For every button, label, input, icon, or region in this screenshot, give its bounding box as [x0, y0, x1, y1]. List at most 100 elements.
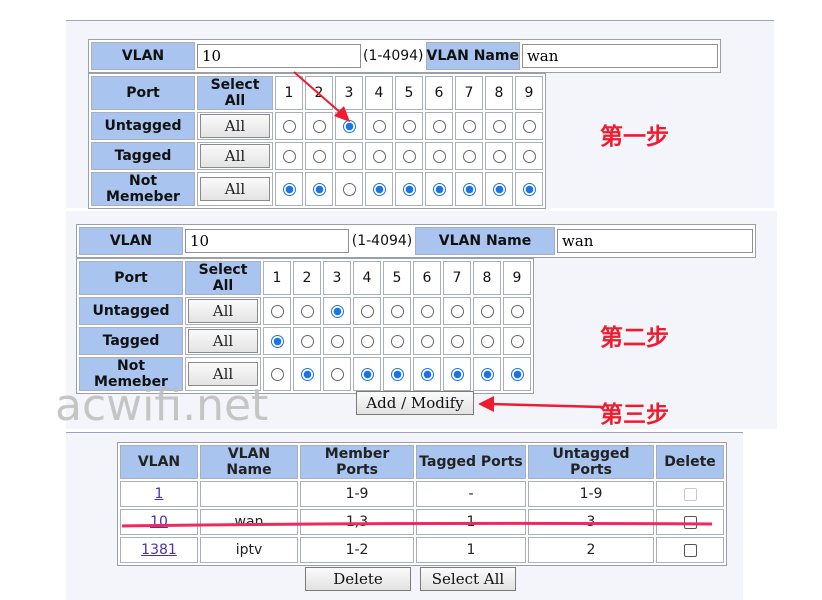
port-radio[interactable]	[282, 149, 296, 163]
vlan-id-input[interactable]	[185, 229, 349, 253]
select-all-row-button[interactable]: All	[200, 177, 270, 201]
select-all-row-button[interactable]: All	[200, 144, 270, 168]
port-radio[interactable]	[462, 149, 476, 163]
port-radio[interactable]	[402, 182, 416, 196]
port-radio[interactable]	[420, 367, 434, 381]
port-radio[interactable]	[312, 182, 326, 196]
port-radio[interactable]	[270, 367, 284, 381]
tagged-ports-cell: -	[416, 481, 526, 507]
arrow-step3-icon	[478, 396, 603, 412]
port-radio[interactable]	[492, 119, 506, 133]
port-radio[interactable]	[300, 334, 314, 348]
delete-button[interactable]: Delete	[305, 567, 411, 591]
vlan-id-input[interactable]	[197, 44, 361, 68]
port-radio[interactable]	[282, 182, 296, 196]
vlan-name-label: VLAN Name	[415, 227, 555, 255]
port-number: 6	[425, 76, 453, 110]
vlan-name-input[interactable]	[557, 229, 753, 253]
port-radio[interactable]	[372, 119, 386, 133]
select-all-label: Select All	[197, 76, 273, 110]
port-radio[interactable]	[270, 304, 284, 318]
port-radio[interactable]	[450, 367, 464, 381]
vlan-name-input[interactable]	[521, 44, 718, 68]
select-all-button[interactable]: Select All	[420, 567, 516, 591]
add-modify-button[interactable]: Add / Modify	[356, 391, 474, 415]
vlan-label: VLAN	[79, 227, 183, 255]
port-radio[interactable]	[480, 304, 494, 318]
row-label: Untagged	[79, 297, 183, 325]
port-radio[interactable]	[462, 182, 476, 196]
port-radio[interactable]	[450, 334, 464, 348]
port-radio[interactable]	[300, 367, 314, 381]
port-radio[interactable]	[342, 182, 356, 196]
port-radio[interactable]	[480, 334, 494, 348]
port-radio[interactable]	[342, 149, 356, 163]
port-radio[interactable]	[432, 119, 446, 133]
port-radio[interactable]	[510, 367, 524, 381]
port-radio[interactable]	[360, 304, 374, 318]
port-radio[interactable]	[312, 149, 326, 163]
vlan-name-cell: iptv	[200, 537, 298, 563]
port-radio[interactable]	[510, 304, 524, 318]
port-number: 1	[263, 261, 291, 295]
vlan-form-step2: VLAN (1-4094) VLAN Name	[76, 224, 756, 258]
table-row: 1381 iptv 1-2 1 2	[120, 537, 724, 563]
delete-checkbox[interactable]	[683, 543, 697, 557]
watermark: acwifi.net	[55, 380, 269, 431]
port-number: 9	[503, 261, 531, 295]
port-number: 4	[365, 76, 393, 110]
column-header: Untagged Ports	[528, 445, 654, 479]
select-all-row-button[interactable]: All	[188, 299, 258, 323]
port-radio[interactable]	[522, 182, 536, 196]
top-divider	[66, 20, 774, 21]
port-label: Port	[79, 261, 183, 295]
delete-checkbox	[683, 487, 697, 501]
port-radio[interactable]	[492, 182, 506, 196]
port-radio[interactable]	[390, 367, 404, 381]
port-radio[interactable]	[372, 149, 386, 163]
port-radio[interactable]	[330, 304, 344, 318]
port-radio[interactable]	[402, 119, 416, 133]
port-radio[interactable]	[450, 304, 464, 318]
vlan-label: VLAN	[91, 42, 195, 70]
port-radio[interactable]	[300, 304, 314, 318]
row-label: Tagged	[91, 142, 195, 170]
port-number: 6	[413, 261, 441, 295]
port-radio[interactable]	[462, 119, 476, 133]
vlan-id-link[interactable]: 1381	[141, 542, 177, 558]
vlan-list-table: VLAN VLAN Name Member Ports Tagged Ports Unt…	[117, 442, 727, 566]
select-all-row-button[interactable]: All	[188, 329, 258, 353]
port-label: Port	[91, 76, 195, 110]
port-radio[interactable]	[510, 334, 524, 348]
port-radio[interactable]	[432, 149, 446, 163]
port-radio[interactable]	[522, 149, 536, 163]
column-header: VLAN Name	[200, 445, 298, 479]
port-radio[interactable]	[402, 149, 416, 163]
port-radio[interactable]	[390, 304, 404, 318]
port-number: 8	[485, 76, 513, 110]
port-radio[interactable]	[360, 334, 374, 348]
port-radio[interactable]	[492, 149, 506, 163]
port-radio[interactable]	[330, 334, 344, 348]
annotation-step2: 第二步	[600, 325, 669, 351]
port-radio[interactable]	[420, 304, 434, 318]
vlan-id-link[interactable]: 1	[155, 486, 164, 502]
port-radio[interactable]	[522, 119, 536, 133]
row-label: Not Memeber	[91, 172, 195, 206]
port-number: 8	[473, 261, 501, 295]
port-radio[interactable]	[330, 367, 344, 381]
port-radio[interactable]	[360, 367, 374, 381]
port-radio[interactable]	[432, 182, 446, 196]
port-radio[interactable]	[270, 334, 284, 348]
highlight-underline	[121, 521, 713, 528]
untagged-ports-cell: 2	[528, 537, 654, 563]
select-all-row-button[interactable]: All	[200, 114, 270, 138]
port-radio[interactable]	[372, 182, 386, 196]
select-all-label: Select All	[185, 261, 261, 295]
port-number: 7	[455, 76, 483, 110]
port-number: 2	[293, 261, 321, 295]
port-radio[interactable]	[480, 367, 494, 381]
annotation-step1: 第一步	[600, 124, 669, 150]
port-radio[interactable]	[420, 334, 434, 348]
port-radio[interactable]	[390, 334, 404, 348]
